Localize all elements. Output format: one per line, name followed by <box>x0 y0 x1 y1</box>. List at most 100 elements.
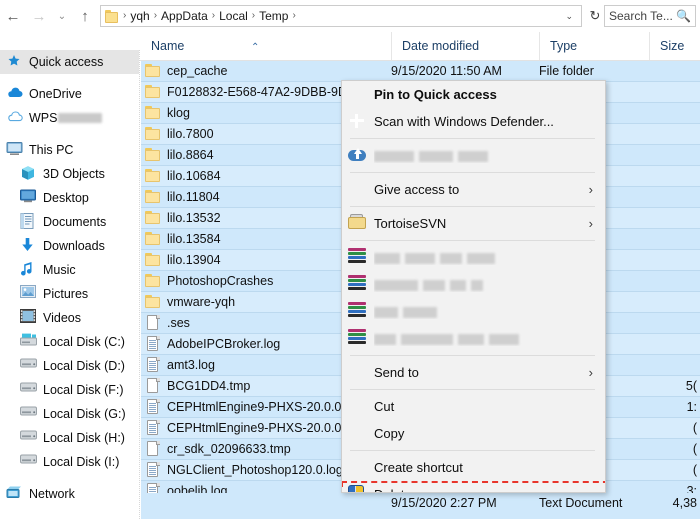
sidebar-item-label: 3D Objects <box>43 167 105 181</box>
file-explorer-window: ← → ⌄ ↑ › yqh › AppData › Local › Temp ›… <box>0 0 700 519</box>
menu-item-redacted[interactable] <box>342 142 605 169</box>
redacted-text <box>423 280 445 292</box>
sidebar-item-label: Local Disk (G:) <box>43 407 126 421</box>
sidebar-item-wps[interactable]: WPS <box>0 106 139 130</box>
sidebar-item-local-disk-g[interactable]: Local Disk (G:) <box>0 402 139 426</box>
breadcrumb-item-2[interactable]: Local <box>216 6 251 26</box>
cloud-outline-icon <box>6 109 24 127</box>
folder-icon <box>145 210 161 226</box>
table-row[interactable]: cep_cache 9/15/2020 11:50 AM File folder <box>141 61 700 82</box>
navigation-sidebar[interactable]: Quick access OneDrive WPS This PC 3D Objects… <box>0 50 140 519</box>
search-input[interactable]: Search Te... 🔍 <box>604 5 696 27</box>
menu-item-delete[interactable]: Delete <box>342 481 605 492</box>
sidebar-item-quick-access[interactable]: Quick access <box>0 50 139 74</box>
folder-icon <box>145 273 161 289</box>
pin-icon <box>6 53 24 71</box>
redacted-text <box>440 253 462 265</box>
redacted-text <box>374 151 414 163</box>
breadcrumb-item-0[interactable]: yqh <box>127 6 152 26</box>
column-header-type[interactable]: Type <box>539 32 649 60</box>
menu-item-label: Copy <box>374 426 405 441</box>
menu-item-redacted[interactable] <box>342 271 605 298</box>
menu-item-scan-with-windows-defender[interactable]: Scan with Windows Defender... <box>342 108 605 135</box>
file-name-label: F0128832-E568-47A2-9DBB-9DE48 <box>167 85 370 99</box>
redacted-text <box>401 334 453 346</box>
column-header-name[interactable]: Name ⌃ <box>141 32 391 60</box>
column-header-date-modified[interactable]: Date modified <box>391 32 539 60</box>
videos-icon <box>20 309 38 327</box>
chevron-down-icon[interactable]: ⌄ <box>559 11 579 22</box>
context-menu[interactable]: Pin to Quick access Scan with Windows Def… <box>341 80 606 493</box>
sidebar-item-network[interactable]: Network <box>0 482 139 506</box>
sidebar-item-local-disk-i[interactable]: Local Disk (I:) <box>0 450 139 474</box>
table-row[interactable]: 9/15/2020 2:27 PM Text Document 4,38 <box>141 493 700 519</box>
menu-item-give-access-to[interactable]: Give access to › <box>342 176 605 203</box>
recent-locations-button[interactable]: ⌄ <box>52 3 72 29</box>
sidebar-item-label: Quick access <box>29 55 104 69</box>
shield-icon <box>348 484 368 492</box>
menu-separator <box>350 240 595 241</box>
menu-item-pin-to-quick-access[interactable]: Pin to Quick access <box>342 81 605 108</box>
tortoisesvn-icon <box>348 213 368 234</box>
sidebar-item-local-disk-f[interactable]: Local Disk (F:) <box>0 378 139 402</box>
menu-item-copy[interactable]: Copy <box>342 420 605 447</box>
sidebar-item-videos[interactable]: Videos <box>0 306 139 330</box>
menu-separator <box>350 172 595 173</box>
cell-name: cep_cache <box>141 61 391 81</box>
monitor-icon <box>6 141 24 159</box>
file-name-label: AdobeIPCBroker.log <box>167 337 281 351</box>
sidebar-item-local-disk-d[interactable]: Local Disk (D:) <box>0 354 139 378</box>
sidebar-item-label: Desktop <box>43 191 89 205</box>
menu-item-redacted[interactable] <box>342 325 605 352</box>
file-name-label: lilo.13904 <box>167 253 221 267</box>
drive-icon <box>20 405 38 423</box>
sidebar-item-onedrive[interactable]: OneDrive <box>0 82 139 106</box>
file-name-label: CEPHtmlEngine9-PHXS-20.0.0-co <box>167 421 359 435</box>
folder-icon <box>145 231 161 247</box>
sidebar-item-pictures[interactable]: Pictures <box>0 282 139 306</box>
navigation-bar: ← → ⌄ ↑ › yqh › AppData › Local › Temp ›… <box>0 0 700 32</box>
menu-item-create-shortcut[interactable]: Create shortcut <box>342 454 605 481</box>
menu-item-cut[interactable]: Cut <box>342 393 605 420</box>
column-header-size[interactable]: Size <box>649 32 700 60</box>
breadcrumb-item-3[interactable]: Temp <box>256 6 291 26</box>
back-button[interactable]: ← <box>0 3 26 29</box>
redacted-text <box>405 253 435 265</box>
menu-item-redacted[interactable] <box>342 244 605 271</box>
sidebar-item-label: Documents <box>43 215 107 229</box>
redacted-text <box>374 334 396 346</box>
menu-item-label: Give access to <box>374 182 460 197</box>
sidebar-item-downloads[interactable]: Downloads <box>0 234 139 258</box>
sidebar-item-local-disk-c[interactable]: Local Disk (C:) <box>0 330 139 354</box>
forward-button[interactable]: → <box>26 3 52 29</box>
sidebar-item-label: Local Disk (C:) <box>43 335 125 349</box>
refresh-icon[interactable]: ↻ <box>586 3 604 29</box>
cell-type: Text Document <box>539 496 623 510</box>
redacted-text <box>374 307 398 319</box>
file-name-label: cep_cache <box>167 64 228 78</box>
file-name-label: NGLClient_Photoshop120.0.log <box>167 463 343 477</box>
sidebar-item-desktop[interactable]: Desktop <box>0 186 139 210</box>
address-bar[interactable]: › yqh › AppData › Local › Temp › ⌄ <box>100 5 582 27</box>
sidebar-item-documents[interactable]: Documents <box>0 210 139 234</box>
folder-icon <box>145 189 161 205</box>
menu-item-send-to[interactable]: Send to › <box>342 359 605 386</box>
up-button[interactable]: ↑ <box>72 3 98 29</box>
sidebar-item-3d-objects[interactable]: 3D Objects <box>0 162 139 186</box>
folder-icon <box>145 105 161 121</box>
sidebar-item-this-pc[interactable]: This PC <box>0 138 139 162</box>
menu-item-label: Delete <box>374 487 605 492</box>
sidebar-item-label: Music <box>43 263 76 277</box>
breadcrumb-item-1[interactable]: AppData <box>158 6 211 26</box>
downloads-icon <box>20 237 38 255</box>
cell-type: File folder <box>539 64 594 78</box>
sidebar-item-local-disk-h[interactable]: Local Disk (H:) <box>0 426 139 450</box>
redacted-text <box>450 280 466 292</box>
cell-size: 5( <box>685 379 697 393</box>
sidebar-item-music[interactable]: Music <box>0 258 139 282</box>
menu-item-redacted[interactable] <box>342 298 605 325</box>
menu-item-tortoisesvn[interactable]: TortoiseSVN › <box>342 210 605 237</box>
menu-separator <box>350 450 595 451</box>
cell-size: 4,38 <box>672 496 697 510</box>
drive-icon <box>20 357 38 375</box>
